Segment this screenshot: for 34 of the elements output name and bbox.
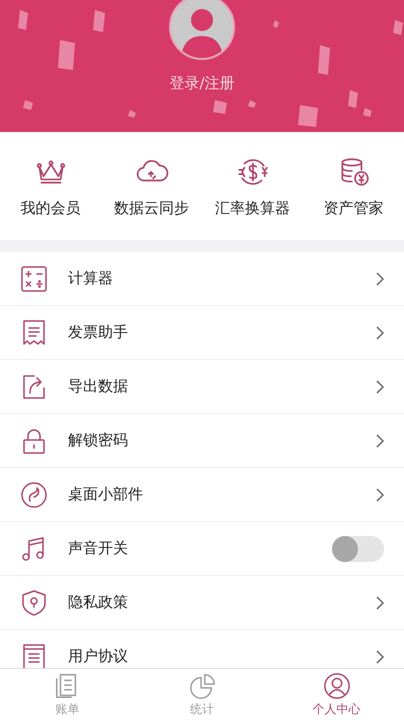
menu-label: 用户协议 xyxy=(68,647,129,666)
menu-row[interactable]: 导出数据 xyxy=(0,360,404,414)
shortcut-label[interactable]: 汇率换算器 xyxy=(215,198,290,218)
shield-icon xyxy=(20,588,48,616)
user-icon xyxy=(322,672,351,700)
menu-label: 发票助手 xyxy=(68,323,129,342)
tab[interactable]: 个人中心 xyxy=(269,669,404,720)
shortcut-label[interactable]: 我的会员 xyxy=(20,198,80,218)
shortcut-label[interactable]: 数据云同步 xyxy=(114,198,189,218)
menu-label: 桌面小部件 xyxy=(68,485,144,504)
shortcut-label[interactable]: 资产管家 xyxy=(324,198,384,218)
menu-label: 声音开关 xyxy=(68,539,129,558)
chevron-icon xyxy=(376,380,384,394)
chevron-icon xyxy=(376,596,384,610)
menu-label: 解锁密码 xyxy=(68,431,129,450)
menu-row[interactable]: 计算器 xyxy=(0,252,404,306)
avatar[interactable] xyxy=(169,0,235,60)
widget-icon xyxy=(20,480,48,508)
calculator-icon xyxy=(20,264,48,292)
chevron-icon xyxy=(376,272,384,286)
toggle-switch[interactable] xyxy=(332,536,384,562)
pie-chart-icon xyxy=(188,672,216,700)
menu-row[interactable]: 解锁密码 xyxy=(0,414,404,468)
menu-label: 隐私政策 xyxy=(68,593,129,612)
chevron-icon xyxy=(376,326,384,340)
menu-row[interactable]: 隐私政策 xyxy=(0,576,404,630)
chevron-icon xyxy=(376,434,384,448)
menu-row[interactable]: 桌面小部件 xyxy=(0,468,404,522)
menu-label: 计算器 xyxy=(68,269,114,288)
chevron-icon xyxy=(376,488,384,502)
chevron-icon xyxy=(376,650,384,664)
menu-label: 导出数据 xyxy=(68,377,129,396)
menu-row[interactable]: 发票助手 xyxy=(0,306,404,360)
menu-row[interactable]: 声音开关 xyxy=(0,522,404,576)
